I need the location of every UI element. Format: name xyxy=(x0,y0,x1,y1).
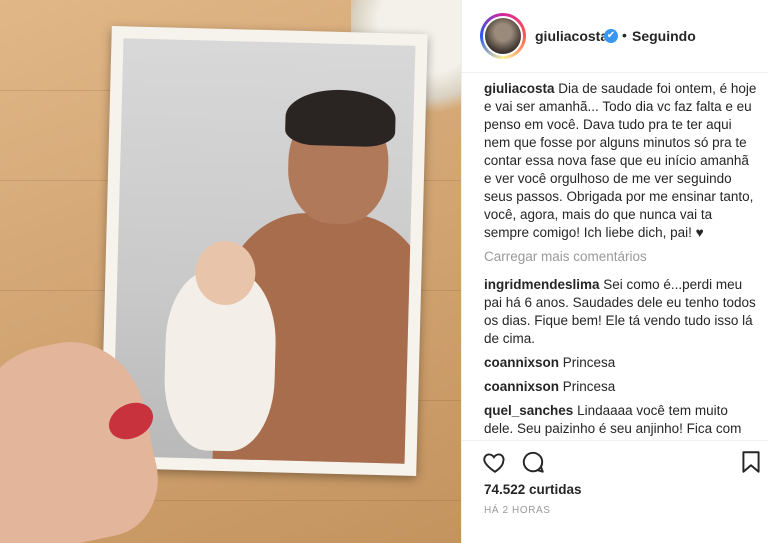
heart-icon[interactable] xyxy=(482,449,508,475)
comment-username[interactable]: ingridmendeslima xyxy=(484,277,600,292)
header-username[interactable]: giuliacosta xyxy=(535,28,608,44)
comment-username[interactable]: quel_sanches xyxy=(484,403,573,418)
load-more-comments-link[interactable]: Carregar mais comentários xyxy=(484,248,760,266)
post-photo[interactable] xyxy=(0,0,461,543)
verified-badge-icon: ✔ xyxy=(604,29,618,43)
comment: coannixson Princesa xyxy=(484,378,760,396)
post-sidebar: giuliacosta ✔ • Seguindo giuliacosta Dia… xyxy=(461,0,768,543)
comment: quel_sanches Lindaaaa você tem muito del… xyxy=(484,402,760,438)
bookmark-icon[interactable] xyxy=(738,449,764,475)
comment-username[interactable]: coannixson xyxy=(484,379,559,394)
comment-text: Princesa xyxy=(562,355,616,370)
header-separator: • xyxy=(622,27,627,43)
post-header: giuliacosta ✔ • Seguindo xyxy=(462,0,768,73)
post-timestamp[interactable]: HÁ 2 HORAS xyxy=(484,505,551,516)
avatar[interactable] xyxy=(483,16,523,56)
caption: giuliacosta Dia de saudade foi ontem, é … xyxy=(484,80,760,242)
action-bar xyxy=(462,440,768,481)
caption-username[interactable]: giuliacosta xyxy=(484,81,555,96)
comments-list[interactable]: giuliacosta Dia de saudade foi ontem, é … xyxy=(484,80,760,440)
comment-username[interactable]: coannixson xyxy=(484,355,559,370)
man-hair xyxy=(284,88,397,148)
caption-text: Dia de saudade foi ontem, é hoje e vai s… xyxy=(484,81,757,240)
comment-icon[interactable] xyxy=(520,449,546,475)
printed-photo-image xyxy=(112,38,416,464)
comment-text: Princesa xyxy=(562,379,616,394)
avatar-ring[interactable] xyxy=(480,13,526,59)
comment: ingridmendeslima Sei como é...perdi meu … xyxy=(484,276,760,348)
following-button[interactable]: Seguindo xyxy=(632,28,696,44)
comment: coannixson Princesa xyxy=(484,354,760,372)
likes-count[interactable]: 74.522 curtidas xyxy=(484,482,582,497)
